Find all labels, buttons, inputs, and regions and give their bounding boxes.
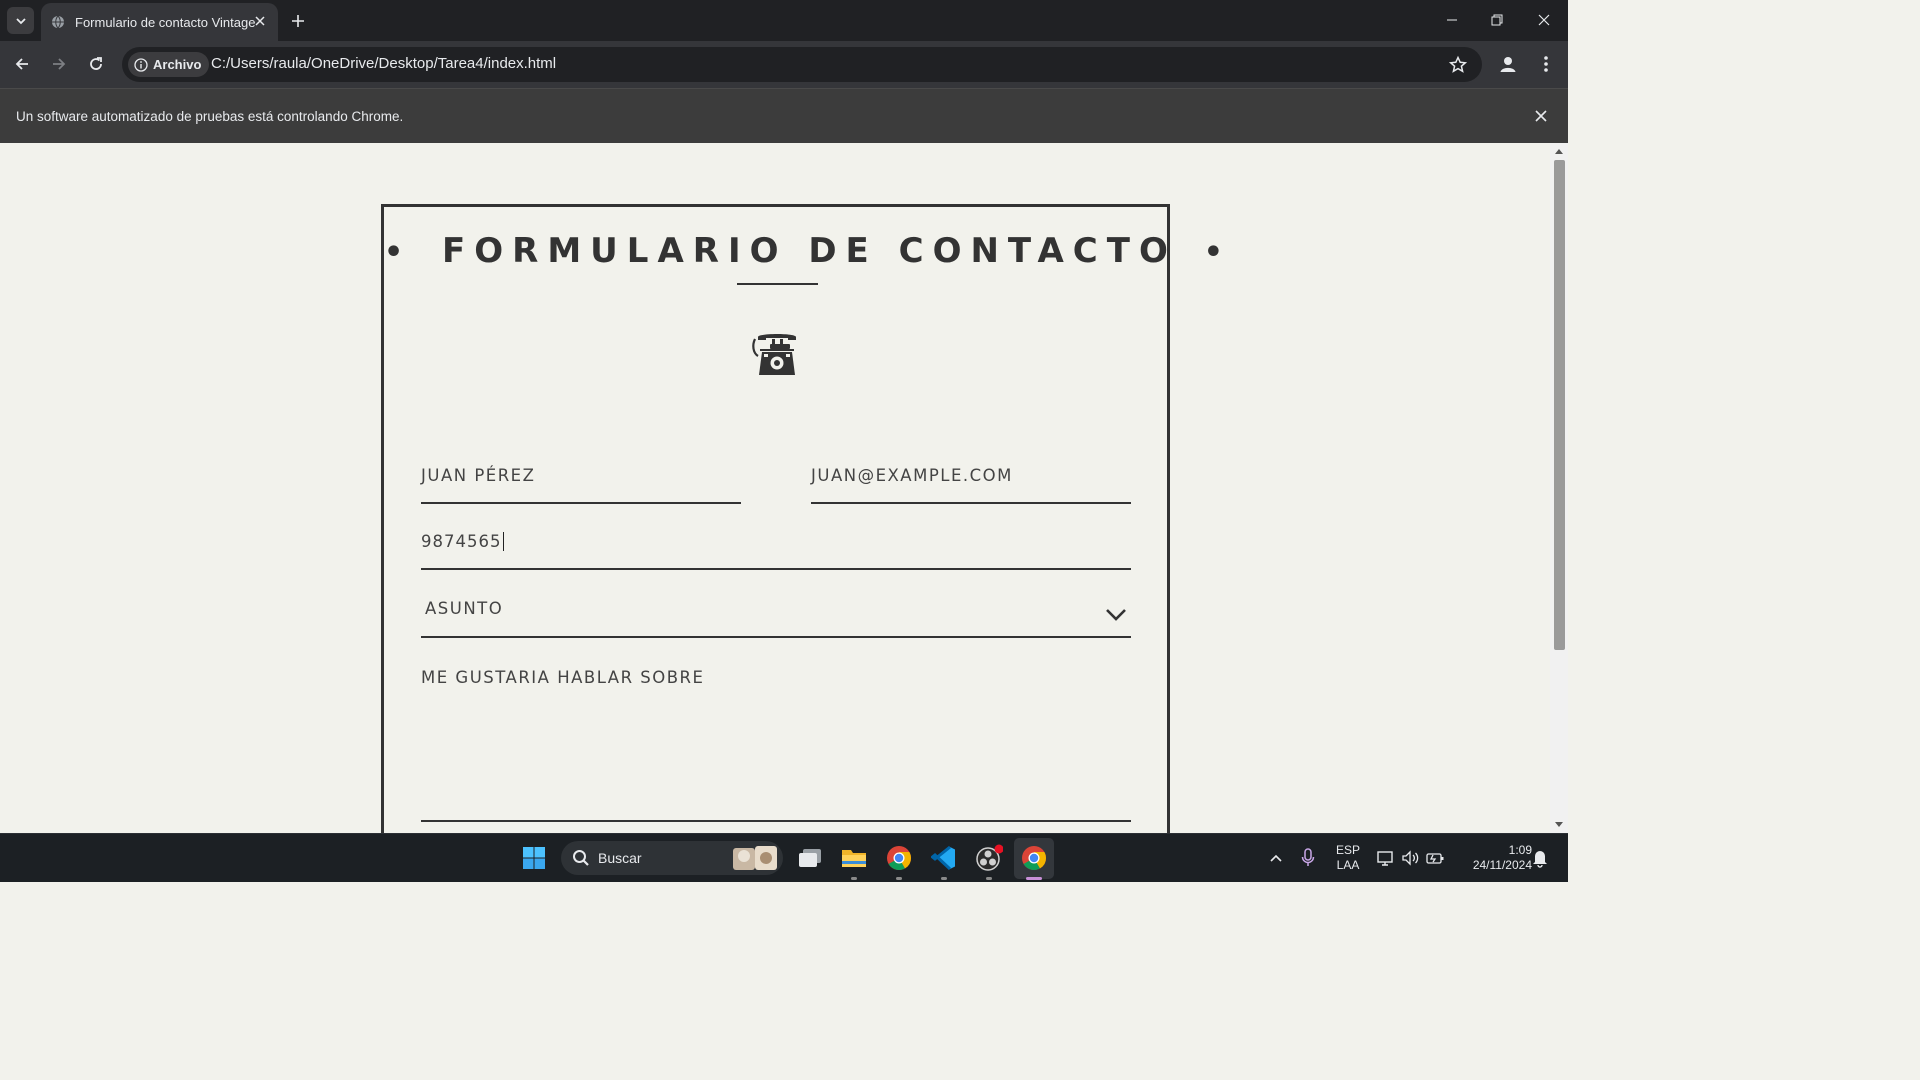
name-placeholder: JUAN PÉREZ	[421, 466, 536, 485]
name-field[interactable]: JUAN PÉREZ	[421, 466, 741, 504]
telephone-icon	[752, 334, 796, 375]
search-icon	[572, 849, 590, 867]
chevron-up-icon[interactable]	[1260, 842, 1292, 874]
tab-title: Formulario de contacto Vintage	[75, 14, 256, 30]
windows-icon[interactable]	[518, 842, 550, 874]
page-viewport: • FORMULARIO DE CONTACTO • JUAN PÉREZ JU…	[0, 143, 1550, 833]
scroll-down-arrow[interactable]	[1555, 822, 1563, 827]
info-icon	[134, 57, 148, 72]
restore-icon[interactable]	[1485, 8, 1509, 32]
title-bullet-left: •	[384, 235, 404, 270]
globe-icon	[51, 15, 65, 29]
page-title: • FORMULARIO DE CONTACTO •	[384, 231, 1223, 271]
tab-search-button[interactable]	[7, 7, 34, 34]
windows-taskbar: Buscar ESP LAA 1:09 24/11/2024	[0, 833, 1568, 882]
clock-time: 1:09	[1508, 843, 1532, 857]
clock[interactable]: 1:09 24/11/2024	[1452, 843, 1532, 873]
active-indicator	[1026, 877, 1042, 880]
phone-field[interactable]: 9874565	[421, 532, 1131, 570]
close-icon[interactable]	[1534, 109, 1548, 123]
file-explorer-icon[interactable]	[838, 842, 870, 874]
site-info-chip[interactable]: Archivo	[128, 52, 210, 77]
address-bar[interactable]: Archivo C:/Users/raula/OneDrive/Desktop/…	[122, 47, 1482, 82]
phone-value: 9874565	[421, 532, 504, 551]
forward-icon[interactable]	[48, 53, 70, 75]
site-chip-label: Archivo	[153, 57, 202, 72]
chevron-down-icon[interactable]	[1105, 607, 1127, 621]
clock-date: 24/11/2024	[1472, 858, 1532, 872]
title-bullet-right: •	[1203, 235, 1223, 270]
running-indicator	[896, 877, 902, 880]
task-view-icon[interactable]	[794, 842, 826, 874]
title-text: FORMULARIO DE CONTACTO	[442, 231, 1177, 271]
chevron-down-icon	[15, 17, 26, 24]
obs-icon[interactable]	[973, 842, 1005, 874]
back-icon[interactable]	[11, 53, 33, 75]
search-highlight-image	[733, 846, 777, 870]
menu-icon[interactable]	[1535, 53, 1557, 75]
contact-form: • FORMULARIO DE CONTACTO • JUAN PÉREZ JU…	[381, 204, 1223, 833]
language-indicator[interactable]: ESP LAA	[1332, 843, 1364, 873]
url-text[interactable]: C:/Users/raula/OneDrive/Desktop/Tarea4/i…	[211, 55, 556, 72]
minimize-icon[interactable]	[1440, 8, 1464, 32]
reload-icon[interactable]	[85, 53, 107, 75]
subject-select[interactable]: ASUNTO	[421, 599, 1131, 638]
scrollbar-thumb[interactable]	[1554, 160, 1565, 650]
running-indicator	[986, 877, 992, 880]
notification-icon[interactable]	[1524, 842, 1556, 874]
vscode-icon[interactable]	[928, 842, 960, 874]
close-window-icon[interactable]	[1532, 8, 1556, 32]
plus-icon[interactable]	[288, 11, 308, 31]
running-indicator	[851, 877, 857, 880]
tab-active[interactable]: Formulario de contacto Vintage	[41, 3, 278, 41]
close-icon[interactable]	[252, 13, 268, 29]
star-icon[interactable]	[1448, 55, 1468, 75]
language-top: ESP	[1335, 843, 1360, 857]
chrome-icon[interactable]	[1018, 842, 1050, 874]
message-placeholder: ME GUSTARIA HABLAR SOBRE	[421, 668, 705, 687]
running-indicator	[941, 877, 947, 880]
microphone-icon[interactable]	[1292, 842, 1324, 874]
profile-icon[interactable]	[1497, 53, 1519, 75]
chrome-icon[interactable]	[883, 842, 915, 874]
battery-icon[interactable]	[1419, 842, 1451, 874]
message-textarea[interactable]: ME GUSTARIA HABLAR SOBRE	[421, 668, 1131, 822]
infobar-message: Un software automatizado de pruebas está…	[16, 109, 404, 124]
tab-strip: Formulario de contacto Vintage	[0, 0, 1568, 41]
scroll-up-arrow[interactable]	[1555, 149, 1563, 154]
page-scrollbar[interactable]	[1550, 143, 1568, 833]
search-label: Buscar	[598, 850, 642, 866]
email-field[interactable]: JUAN@EXAMPLE.COM	[811, 466, 1131, 504]
subject-selected: ASUNTO	[425, 599, 504, 618]
email-placeholder: JUAN@EXAMPLE.COM	[811, 466, 1013, 485]
taskbar-search[interactable]: Buscar	[561, 841, 783, 875]
title-divider	[737, 283, 818, 285]
browser-toolbar: Archivo C:/Users/raula/OneDrive/Desktop/…	[0, 41, 1568, 88]
language-bottom: LAA	[1336, 858, 1360, 872]
automation-infobar: Un software automatizado de pruebas está…	[0, 88, 1568, 143]
